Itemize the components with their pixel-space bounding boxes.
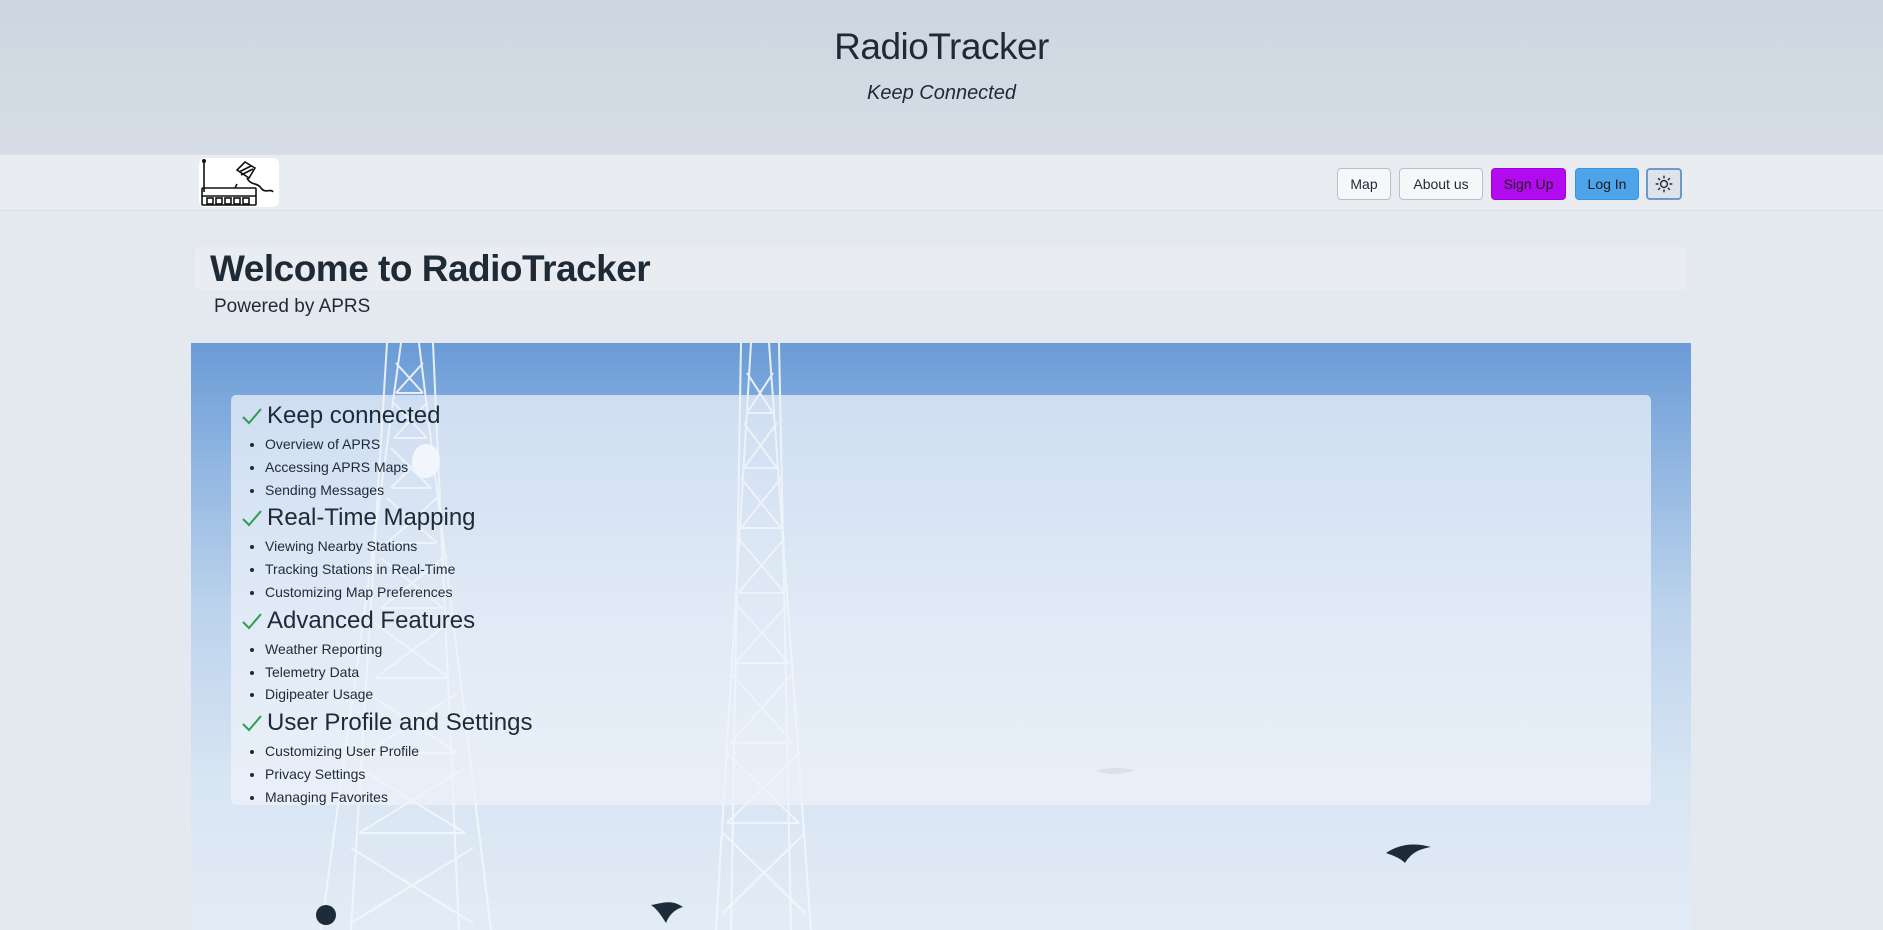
check-icon xyxy=(241,405,263,427)
feature-list: Viewing Nearby Stations Tracking Station… xyxy=(241,535,1651,603)
list-item: Customizing Map Preferences xyxy=(265,581,1651,604)
check-icon xyxy=(241,507,263,529)
list-item: Sending Messages xyxy=(265,479,1651,502)
log-in-button[interactable]: Log In xyxy=(1575,168,1639,200)
welcome-banner: Welcome to RadioTracker xyxy=(195,247,1687,290)
section-heading: Advanced Features xyxy=(241,606,1651,636)
feature-section: Keep connected Overview of APRS Accessin… xyxy=(241,401,1651,501)
feature-section: Real-Time Mapping Viewing Nearby Station… xyxy=(241,503,1651,603)
about-us-button[interactable]: About us xyxy=(1399,168,1483,200)
sign-up-button[interactable]: Sign Up xyxy=(1491,168,1566,200)
feature-section: User Profile and Settings Customizing Us… xyxy=(241,708,1651,808)
sun-icon xyxy=(1655,175,1673,193)
list-item: Viewing Nearby Stations xyxy=(265,535,1651,558)
list-item: Managing Favorites xyxy=(265,786,1651,809)
feature-list: Weather Reporting Telemetry Data Digipea… xyxy=(241,638,1651,706)
section-heading-text: Keep connected xyxy=(267,402,441,429)
list-item: Accessing APRS Maps xyxy=(265,456,1651,479)
feature-section: Advanced Features Weather Reporting Tele… xyxy=(241,606,1651,706)
section-heading-text: User Profile and Settings xyxy=(267,709,533,737)
list-item: Telemetry Data xyxy=(265,661,1651,684)
site-title: RadioTracker xyxy=(834,26,1049,67)
site-subtitle: Keep Connected xyxy=(866,82,1016,104)
section-heading-text: Advanced Features xyxy=(267,606,476,634)
features-panel: Keep connected Overview of APRS Accessin… xyxy=(231,395,1651,805)
hero-section: Keep connected Overview of APRS Accessin… xyxy=(191,343,1691,930)
navbar: Map About us Sign Up Log In xyxy=(0,154,1883,211)
list-item: Weather Reporting xyxy=(265,638,1651,661)
list-item: Digipeater Usage xyxy=(265,683,1651,706)
list-item: Customizing User Profile xyxy=(265,740,1651,763)
feature-list: Customizing User Profile Privacy Setting… xyxy=(241,740,1651,808)
powered-by-text: Powered by APRS xyxy=(214,296,371,317)
check-icon xyxy=(241,712,263,734)
section-heading: User Profile and Settings xyxy=(241,708,1651,738)
list-item: Overview of APRS xyxy=(265,433,1651,456)
section-heading: Real-Time Mapping xyxy=(241,503,1651,533)
theme-toggle-button[interactable] xyxy=(1646,168,1682,200)
site-header: RadioTracker Keep Connected xyxy=(0,0,1883,154)
welcome-title: Welcome to RadioTracker xyxy=(210,248,651,289)
map-button[interactable]: Map xyxy=(1337,168,1391,200)
radio-transceiver-icon[interactable] xyxy=(199,158,279,207)
section-heading: Keep connected xyxy=(241,401,1651,431)
check-icon xyxy=(241,610,263,632)
section-heading-text: Real-Time Mapping xyxy=(267,504,476,532)
feature-list: Overview of APRS Accessing APRS Maps Sen… xyxy=(241,433,1651,501)
list-item: Privacy Settings xyxy=(265,763,1651,786)
list-item: Tracking Stations in Real-Time xyxy=(265,558,1651,581)
